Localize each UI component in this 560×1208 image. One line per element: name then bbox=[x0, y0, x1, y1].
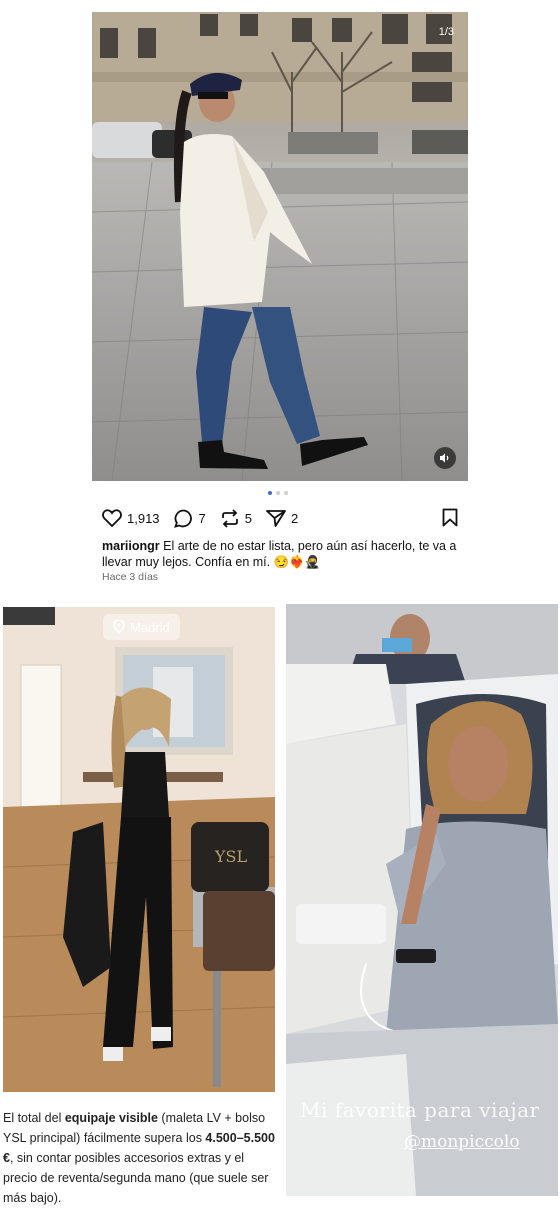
text-highlight: equipaje visible bbox=[64, 1111, 158, 1125]
share-count: 2 bbox=[291, 510, 299, 526]
bookmark-icon bbox=[442, 508, 458, 527]
repost-count: 5 bbox=[244, 510, 253, 526]
comment-button[interactable]: 7 bbox=[173, 509, 206, 528]
story-caption: Mi favorita para viajar bbox=[300, 1098, 540, 1122]
send-icon bbox=[266, 510, 286, 527]
carousel-counter: 1/3 bbox=[438, 26, 454, 38]
repost-button[interactable]: 5 bbox=[220, 508, 253, 528]
like-button[interactable]: 1,913 bbox=[102, 509, 160, 527]
post-timestamp: Hace 3 días bbox=[102, 571, 159, 583]
speaker-icon bbox=[440, 453, 449, 463]
airplane-story-photo: Mi favorita para viajar @monpiccolo bbox=[286, 604, 558, 1196]
share-button[interactable]: 2 bbox=[266, 509, 298, 527]
svg-text:YSL: YSL bbox=[214, 847, 248, 866]
carousel-dot[interactable] bbox=[284, 491, 288, 495]
repost-icon bbox=[221, 508, 238, 528]
comment-icon bbox=[173, 509, 192, 528]
carousel-indicator bbox=[268, 491, 288, 495]
luggage-description: El total del equipaje visible (maleta LV… bbox=[3, 1108, 279, 1208]
post-actions: 1,913 7 5 2 bbox=[102, 506, 462, 530]
story-mention[interactable]: @monpiccolo bbox=[404, 1132, 520, 1152]
post-caption: mariiongr El arte de no estar lista, per… bbox=[102, 538, 458, 570]
carousel-dot[interactable] bbox=[276, 491, 280, 495]
hotel-room-photo: YSL Madrid bbox=[3, 607, 275, 1092]
text-segment: , sin contar posibles accesorios extras … bbox=[3, 1151, 269, 1205]
comment-count: 7 bbox=[198, 510, 206, 526]
carousel-dot[interactable] bbox=[268, 491, 272, 495]
heart-icon bbox=[102, 509, 122, 527]
like-count: 1,913 bbox=[127, 510, 160, 526]
text-segment: El total del bbox=[3, 1111, 65, 1125]
location-tag[interactable]: Madrid bbox=[103, 614, 180, 640]
location-pin-icon bbox=[113, 620, 125, 634]
post-username[interactable]: mariiongr bbox=[102, 539, 160, 553]
post-photo[interactable]: 1/3 bbox=[92, 12, 468, 481]
sound-toggle-button[interactable] bbox=[434, 447, 456, 469]
location-label: Madrid bbox=[130, 619, 170, 635]
save-button[interactable] bbox=[442, 508, 458, 530]
